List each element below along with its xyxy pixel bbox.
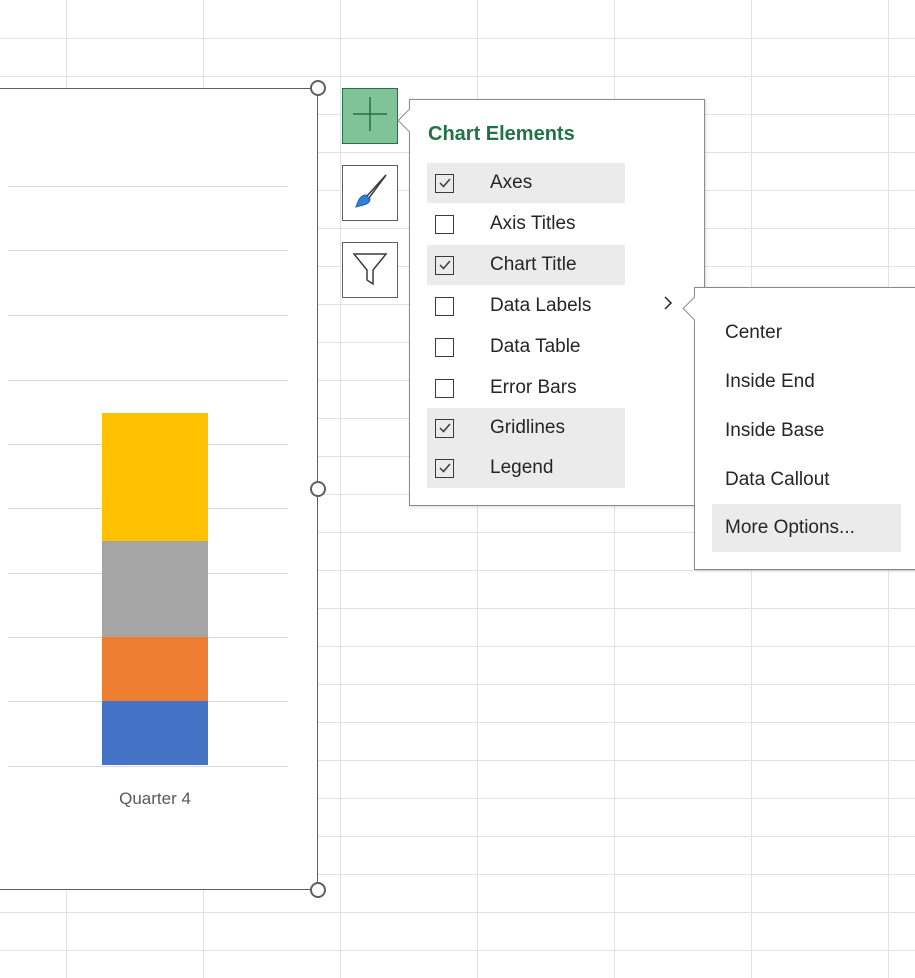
paintbrush-icon — [350, 171, 390, 216]
checkbox-axes[interactable] — [435, 173, 454, 193]
bar-segment-series-2[interactable] — [102, 637, 208, 701]
resize-handle-top-right[interactable] — [310, 80, 326, 96]
chart-styles-button[interactable] — [342, 165, 398, 221]
chart-elements-panel: Chart Elements Axes Axis Titles Chart Ti… — [397, 99, 705, 506]
chart-filters-button[interactable] — [342, 242, 398, 298]
menu-item-center[interactable]: Center — [712, 309, 901, 357]
element-row-error-bars[interactable]: Error Bars — [427, 368, 625, 408]
element-label: Data Labels — [490, 295, 592, 316]
chart-gridline — [8, 250, 288, 251]
menu-item-inside-end[interactable]: Inside End — [712, 358, 901, 406]
panel-title: Chart Elements — [428, 123, 575, 145]
menu-item-data-callout[interactable]: Data Callout — [712, 456, 901, 504]
data-labels-submenu: Center Inside End Inside Base Data Callo… — [682, 287, 915, 570]
element-row-chart-title[interactable]: Chart Title — [427, 245, 625, 285]
element-label: Legend — [490, 457, 554, 478]
category-axis-label: Quarter 4 — [119, 789, 191, 808]
element-row-axis-titles[interactable]: Axis Titles — [427, 204, 625, 244]
plus-icon — [350, 94, 390, 139]
checkbox-chart-title[interactable] — [435, 255, 454, 275]
funnel-icon — [350, 248, 390, 293]
menu-item-inside-base[interactable]: Inside Base — [712, 407, 901, 455]
element-row-axes[interactable]: Axes — [427, 163, 625, 203]
grid-row-line — [0, 950, 915, 951]
checkbox-error-bars[interactable] — [435, 378, 454, 398]
checkbox-data-labels[interactable] — [435, 296, 454, 316]
element-label: Data Table — [490, 336, 581, 357]
element-label: Chart Title — [490, 254, 577, 275]
chart-gridline — [8, 766, 288, 767]
panel-pointer — [397, 108, 422, 133]
chart-gridline — [8, 186, 288, 187]
menu-item-more-options[interactable]: More Options... — [712, 504, 901, 552]
element-row-legend[interactable]: Legend — [427, 448, 625, 488]
resize-handle-bottom-right[interactable] — [310, 882, 326, 898]
chart-gridline — [8, 315, 288, 316]
checkbox-gridlines[interactable] — [435, 418, 454, 438]
grid-row-line — [0, 38, 915, 39]
chevron-right-icon[interactable] — [662, 294, 674, 317]
chart-area[interactable]: Quarter 4 — [0, 88, 318, 890]
bar-segment-series-1[interactable] — [102, 701, 208, 765]
resize-handle-right[interactable] — [310, 481, 326, 497]
bar-segment-series-4[interactable] — [102, 413, 208, 541]
grid-col-line — [340, 0, 341, 978]
element-label: Axes — [490, 172, 533, 193]
grid-row-line — [0, 912, 915, 913]
chart-gridline — [8, 380, 288, 381]
checkbox-axis-titles[interactable] — [435, 214, 454, 234]
checkbox-data-table[interactable] — [435, 337, 454, 357]
element-row-data-labels[interactable]: Data Labels — [427, 286, 625, 326]
element-label: Error Bars — [490, 377, 577, 398]
element-label: Gridlines — [490, 417, 565, 438]
element-label: Axis Titles — [490, 213, 576, 234]
chart-elements-button[interactable] — [342, 88, 398, 144]
checkbox-legend[interactable] — [435, 458, 454, 478]
bar-segment-series-3[interactable] — [102, 541, 208, 637]
element-row-data-table[interactable]: Data Table — [427, 327, 625, 367]
grid-row-line — [0, 76, 915, 77]
element-row-gridlines[interactable]: Gridlines — [427, 408, 625, 448]
